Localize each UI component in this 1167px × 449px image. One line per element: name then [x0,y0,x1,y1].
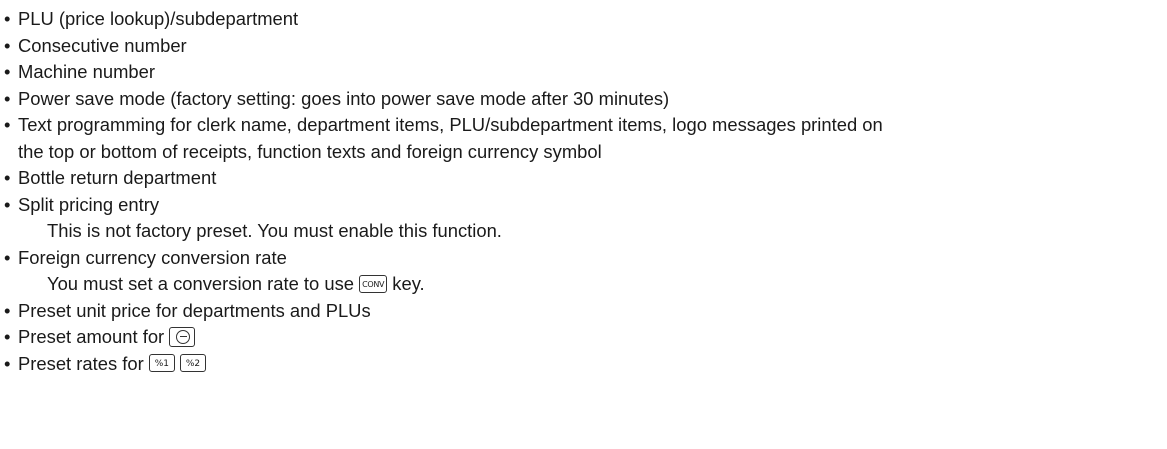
foreign-currency-note: You must set a conversion rate to use CO… [4,271,1164,298]
bullet: • [4,8,11,29]
note-text-before: You must set a conversion rate to use [47,273,355,294]
list-item-text-programming: • Text programming for clerk name, depar… [4,112,1164,139]
bullet: • [4,114,11,135]
split-pricing-note: This is not factory preset. You must ena… [4,218,1164,245]
item-text: Bottle return department [18,167,217,188]
item-text: Foreign currency conversion rate [18,246,287,268]
list-item-machine-number: • Machine number [4,59,1164,86]
item-text: Consecutive number [18,34,187,56]
item-text: Preset unit price for departments and PL… [18,299,371,321]
note-text-after: key. [392,273,425,294]
bullet: • [4,299,11,321]
item-text: Split pricing entry [18,193,160,215]
bullet: • [4,246,11,268]
bullet: • [4,34,11,56]
list-item-preset-amount: • Preset amount for [4,324,1164,351]
item-text: Text programming for clerk name, departm… [18,114,883,135]
minus-key-icon [169,326,196,347]
list-item-text-programming-continuation: the top or bottom of receipts, function … [4,139,1164,166]
list-item-consecutive-number: • Consecutive number [4,33,1164,60]
item-text: Power save mode (factory setting: goes i… [18,87,670,109]
list-item-preset-rates: • Preset rates for %1 %2 [4,351,1164,378]
list-item-split-pricing: • Split pricing entry [4,192,1164,219]
conv-key-icon: CONV [359,274,388,293]
note-text: This is not factory preset. You must ena… [47,220,502,241]
item-text: PLU (price lookup)/subdepartment [18,8,299,29]
list-item-foreign-currency: • Foreign currency conversion rate [4,245,1164,272]
list-item-bottle-return: • Bottle return department [4,165,1164,192]
item-text: Preset amount for [18,326,165,347]
feature-list: • PLU (price lookup)/subdepartment • Con… [4,6,1164,377]
list-item-power-save: • Power save mode (factory setting: goes… [4,86,1164,113]
bullet: • [4,193,11,215]
list-item-preset-unit-price: • Preset unit price for departments and … [4,298,1164,325]
list-item-plu: • PLU (price lookup)/subdepartment [4,6,1164,33]
bullet: • [4,87,11,109]
bullet: • [4,326,11,347]
percent1-key-icon: %1 [148,354,175,373]
bullet: • [4,167,11,188]
item-text-continuation: the top or bottom of receipts, function … [18,140,602,162]
bullet: • [4,61,11,82]
minus-circle-icon [176,329,191,344]
bullet: • [4,352,11,374]
percent2-key-icon: %2 [179,354,206,373]
item-text: Machine number [18,61,155,82]
item-text: Preset rates for [18,352,144,374]
